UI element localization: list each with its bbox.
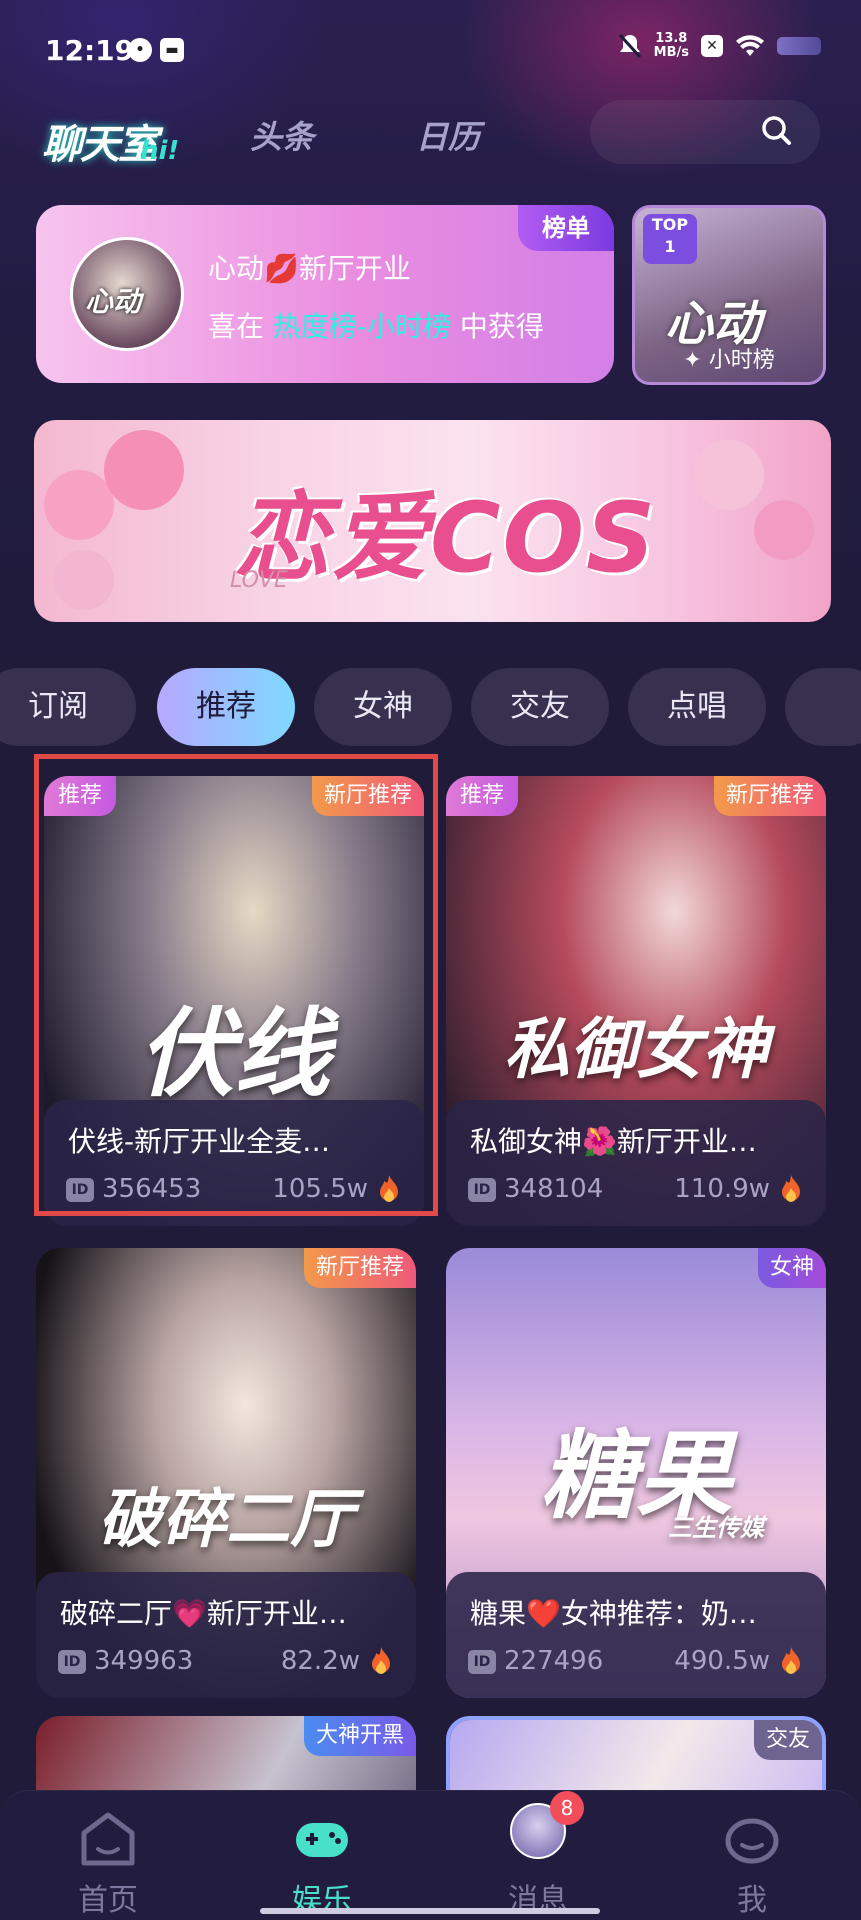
banner-title: 恋爱COS [234, 482, 658, 594]
home-indicator [260, 1908, 600, 1914]
chat-notification-icon: • [128, 38, 152, 62]
heart-balloon-icon [104, 430, 184, 510]
tab-calendar[interactable]: 日历 [416, 112, 480, 158]
room-cover-title: 私御女神 [504, 1011, 768, 1088]
status-time: 12:19 [45, 34, 135, 67]
profile-icon [725, 1818, 779, 1864]
mute-icon [618, 33, 641, 59]
top-badge-label: TOP [651, 215, 689, 234]
selection-highlight [34, 754, 438, 1216]
fire-icon [782, 1175, 800, 1202]
room-name: 私御女神🌺新厅开业… [470, 1125, 757, 1158]
ranking-tag: 榜单 [518, 205, 614, 251]
ranking-subtitle-post: 中获得 [451, 310, 544, 343]
category-tab-recommend[interactable]: 推荐 [157, 668, 295, 746]
room-info: 糖果❤️女神推荐：奶… ID 227496 490.5w [446, 1572, 826, 1698]
bottom-nav: 首页 娱乐 8 消息 我 [0, 1790, 861, 1920]
room-id: 349963 [94, 1646, 194, 1676]
mail-notification-icon: ▬ [160, 38, 184, 62]
category-tab-subscribe[interactable]: 订阅 [0, 668, 136, 746]
banner-sub: LOVE [230, 568, 288, 593]
heart-balloon-icon [54, 550, 114, 610]
wifi-icon [736, 35, 764, 56]
room-id: 348104 [504, 1174, 604, 1204]
status-bar: 12:19 • ▬ 13.8 MB/s ✕ [0, 0, 861, 100]
room-tag-new: 新厅推荐 [303, 1248, 416, 1288]
balloon-icon [754, 500, 814, 560]
room-cover-title: 破碎二厅 [98, 1483, 354, 1557]
room-heat: 490.5w [674, 1646, 770, 1676]
fire-icon [372, 1647, 390, 1674]
search-button[interactable] [590, 100, 820, 164]
top-badge: TOP 1 [643, 214, 697, 264]
top-rank-card[interactable]: TOP 1 心动 ✦ 小时榜 [632, 205, 826, 385]
id-icon: ID [468, 1178, 496, 1202]
battery-icon [777, 37, 821, 55]
home-icon [81, 1812, 135, 1866]
ranking-card[interactable]: 心动 心动💋新厅开业 喜在 热度榜-小时榜 中获得 榜单 [36, 205, 614, 383]
id-icon: ID [58, 1650, 86, 1674]
id-icon: ID [468, 1650, 496, 1674]
net-speed-unit: MB/s [653, 45, 689, 60]
ranking-subtitle-highlight: 热度榜-小时榜 [272, 310, 452, 343]
category-tabs: 订阅 推荐 女神 交友 点唱 [0, 668, 861, 748]
close-box-icon: ✕ [701, 35, 723, 57]
room-name: 破碎二厅💗新厅开业… [60, 1597, 347, 1630]
room-card[interactable]: 破碎二厅 新厅推荐 破碎二厅💗新厅开业… ID 349963 82.2w [36, 1248, 416, 1698]
gamepad-icon [296, 1823, 348, 1857]
room-cover-subtitle: 三生传媒 [668, 1514, 764, 1542]
room-tag-goddess: 女神 [757, 1248, 826, 1288]
category-tab-goddess[interactable]: 女神 [314, 668, 452, 746]
balloon-icon [694, 440, 764, 510]
net-speed: 13.8 MB/s [654, 32, 689, 60]
message-badge: 8 [550, 1791, 584, 1825]
search-icon [762, 116, 791, 145]
room-tag-new: 新厅推荐 [713, 776, 826, 816]
room-card[interactable]: 糖果 三生传媒 女神 糖果❤️女神推荐：奶… ID 227496 490.5w [446, 1248, 826, 1698]
room-avatar: 心动 [70, 237, 184, 351]
promo-banner[interactable]: 恋爱COS LOVE [34, 420, 831, 622]
ranking-title: 心动💋新厅开业 [208, 252, 411, 285]
room-card[interactable]: 私御女神 推荐 新厅推荐 私御女神🌺新厅开业… ID 348104 110.9w [446, 776, 826, 1226]
room-id: 227496 [504, 1646, 604, 1676]
category-tab-more[interactable] [785, 668, 861, 746]
category-tab-friends[interactable]: 交友 [471, 668, 609, 746]
ranking-subtitle-pre: 喜在 [208, 310, 273, 343]
heart-balloon-icon [44, 470, 114, 540]
room-name: 糖果❤️女神推荐：奶… [470, 1597, 757, 1630]
app-logo: 聊天室 [42, 122, 158, 168]
fire-icon [782, 1647, 800, 1674]
nav-label-me: 我 [737, 1883, 767, 1918]
top-badge-number: 1 [664, 237, 676, 256]
tab-headlines[interactable]: 头条 [250, 112, 314, 158]
ranking-subtitle: 喜在 热度榜-小时榜 中获得 [208, 305, 544, 345]
nav-label-home: 首页 [78, 1883, 138, 1918]
category-tab-sing[interactable]: 点唱 [628, 668, 766, 746]
room-tag-friends: 交友 [753, 1720, 822, 1760]
room-tag-gaming: 大神开黑 [303, 1716, 416, 1756]
status-right-group: 13.8 MB/s ✕ [618, 32, 821, 60]
room-info: 私御女神🌺新厅开业… ID 348104 110.9w [446, 1100, 826, 1226]
header: 聊天室 hi! 头条 日历 [0, 100, 861, 200]
top-card-label-text: 小时榜 [708, 348, 775, 373]
room-info: 破碎二厅💗新厅开业… ID 349963 82.2w [36, 1572, 416, 1698]
net-speed-value: 13.8 [655, 31, 688, 46]
room-heat: 82.2w [280, 1646, 360, 1676]
top-card-label: ✦ 小时榜 [683, 348, 775, 373]
app-logo-hi: hi! [140, 136, 180, 166]
room-heat: 110.9w [674, 1174, 770, 1204]
avatar-art-text: 心动 [85, 285, 142, 318]
room-tag-recommend: 推荐 [446, 776, 519, 816]
